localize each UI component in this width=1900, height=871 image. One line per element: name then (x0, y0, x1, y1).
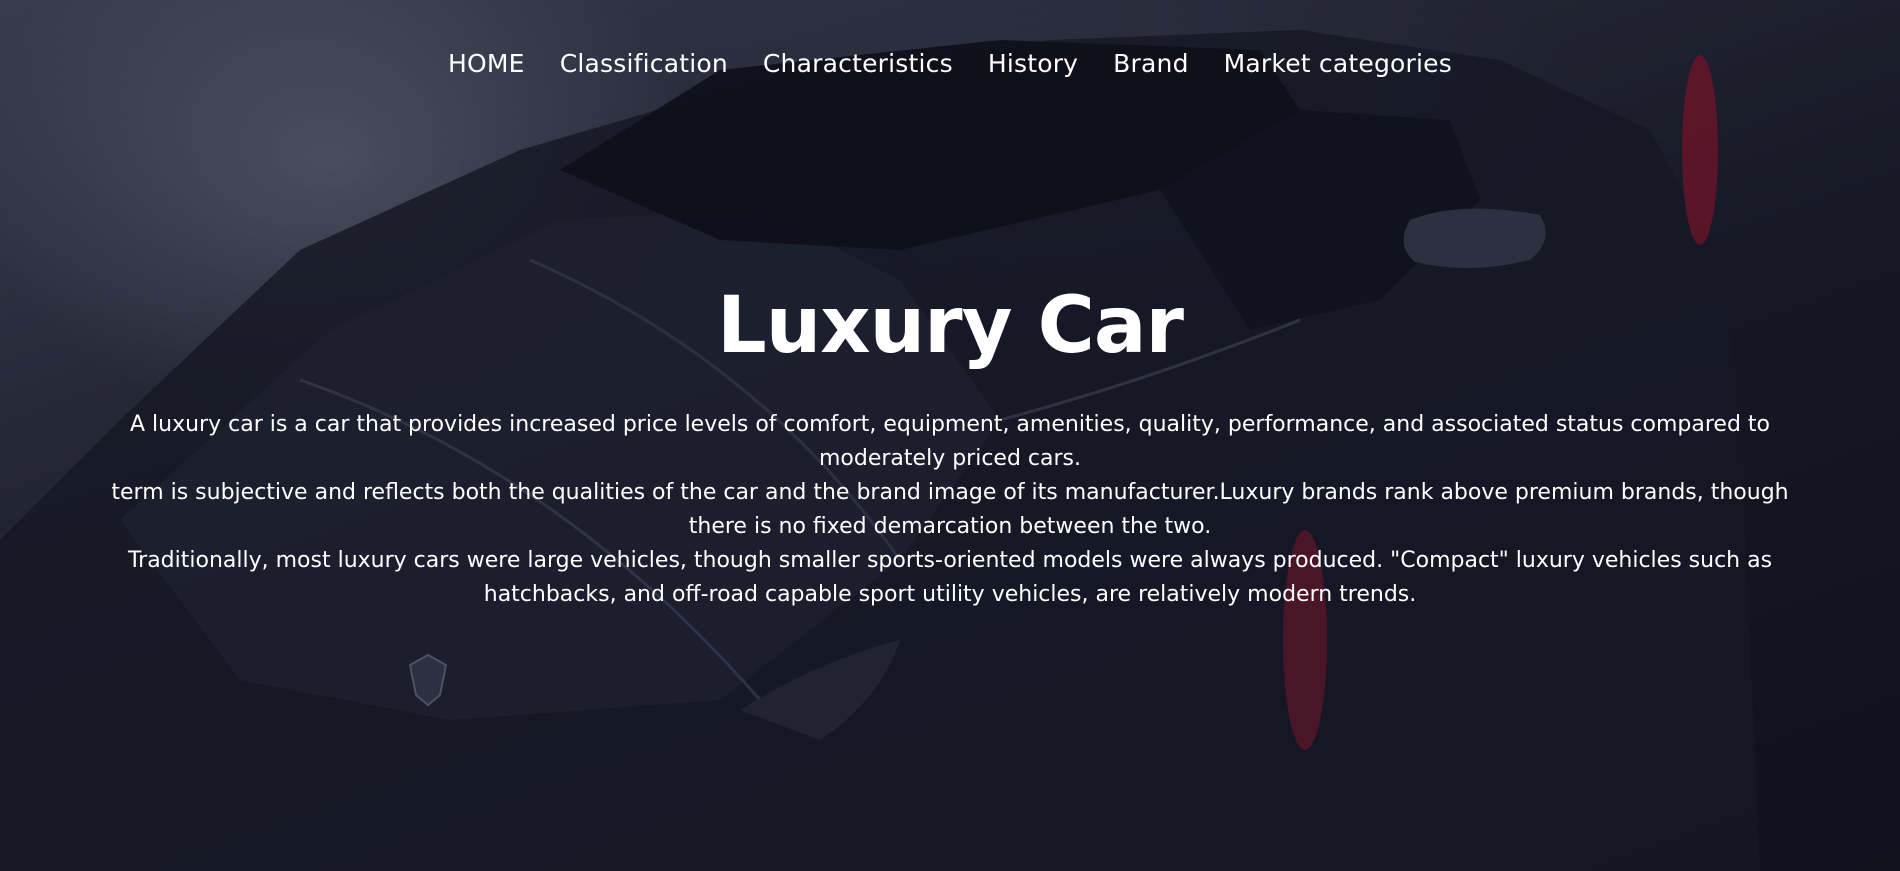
nav-link-home[interactable]: HOME (448, 44, 525, 84)
hero-description: A luxury car is a car that provides incr… (80, 408, 1820, 612)
nav-link-classification[interactable]: Classification (560, 44, 728, 84)
description-paragraph: term is subjective and reflects both the… (111, 480, 1789, 539)
description-paragraph: A luxury car is a car that provides incr… (130, 412, 1770, 471)
main-navigation: HOME Classification Characteristics Hist… (0, 44, 1900, 84)
nav-link-history[interactable]: History (988, 44, 1078, 84)
nav-link-brand[interactable]: Brand (1113, 44, 1188, 84)
nav-link-characteristics[interactable]: Characteristics (763, 44, 953, 84)
page-title: Luxury Car (717, 281, 1184, 371)
description-paragraph: Traditionally, most luxury cars were lar… (127, 548, 1773, 607)
nav-link-market-categories[interactable]: Market categories (1224, 44, 1452, 84)
